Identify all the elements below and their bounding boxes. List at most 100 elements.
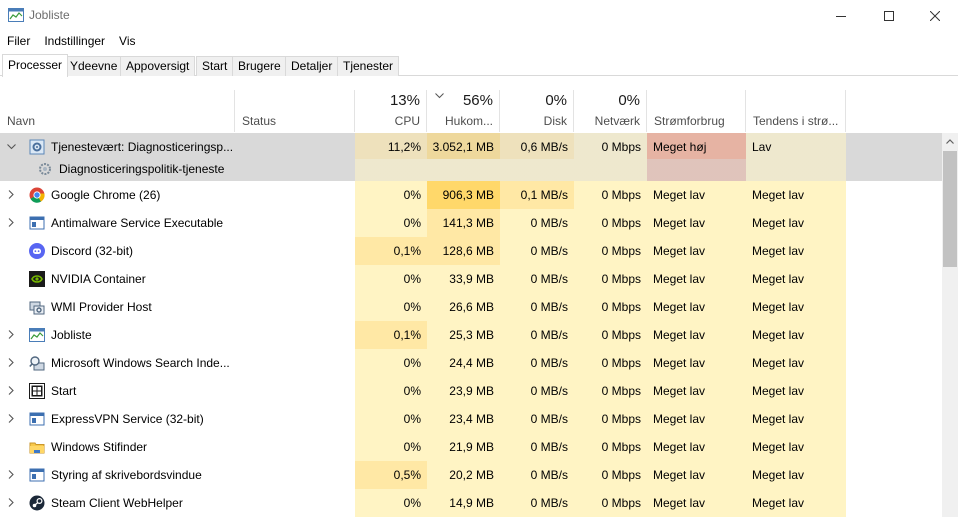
- memory-cell-value: 23,4 MB: [449, 412, 494, 426]
- power-trend-cell-value: Meget lav: [752, 272, 805, 286]
- cpu-cell: 0%: [355, 181, 427, 209]
- expand-chevron-icon[interactable]: [8, 358, 14, 367]
- menu-settings[interactable]: Indstillinger: [37, 31, 112, 51]
- header-status[interactable]: Status: [235, 90, 355, 132]
- menu-file[interactable]: Filer: [0, 31, 37, 51]
- process-row[interactable]: Microsoft Windows Search Inde... 0% 24,4 M…: [0, 349, 942, 377]
- cpu-cell-value: 0,5%: [393, 468, 421, 482]
- cpu-cell: 0%: [355, 293, 427, 321]
- tab-performance[interactable]: Ydeevne: [64, 56, 124, 76]
- header-disk[interactable]: 0% Disk: [500, 90, 574, 132]
- network-cell: 0 Mbps: [574, 293, 647, 321]
- cpu-cell: 0%: [355, 349, 427, 377]
- process-name: Styring af skrivebordsvindue: [51, 468, 202, 482]
- power-cell: Meget lav: [647, 433, 746, 461]
- power-trend-cell-value: Meget lav: [752, 244, 805, 258]
- tab-services[interactable]: Tjenester: [337, 56, 400, 76]
- maximize-button[interactable]: [866, 0, 912, 31]
- tab-app-history[interactable]: Appoversigt: [120, 56, 196, 76]
- status-cell: [235, 349, 355, 377]
- power-trend-cell: Meget lav: [746, 237, 846, 265]
- power-trend-cell-value: Meget lav: [752, 216, 805, 230]
- header-network[interactable]: 0% Netværk: [574, 90, 647, 132]
- close-button[interactable]: [912, 0, 958, 31]
- power-trend-cell-value: Meget lav: [752, 188, 805, 202]
- process-row[interactable]: Jobliste 0,1% 25,3 MB 0 MB/s 0 Mbps Meget lav…: [0, 321, 942, 349]
- expand-chevron-icon[interactable]: [8, 470, 14, 479]
- memory-cell: 24,4 MB: [427, 349, 500, 377]
- cell-background: [746, 159, 846, 181]
- cpu-cell: 0,5%: [355, 461, 427, 489]
- menu-view[interactable]: Vis: [112, 31, 142, 51]
- header-memory[interactable]: 56% Hukom...: [427, 90, 500, 132]
- close-icon: [930, 10, 940, 21]
- process-name: Jobliste: [51, 328, 92, 342]
- process-row[interactable]: Windows Stifinder 0% 21,9 MB 0 MB/s 0 Mbps Me…: [0, 433, 942, 461]
- network-cell: 0 Mbps: [574, 209, 647, 237]
- scroll-up-icon[interactable]: [946, 139, 954, 144]
- process-row[interactable]: Diagnosticeringspolitik-tjeneste: [0, 159, 942, 181]
- process-row[interactable]: ExpressVPN Service (32-bit) 0% 23,4 MB 0 MB…: [0, 405, 942, 433]
- disk-cell: 0 MB/s: [500, 349, 574, 377]
- power-trend-cell: Meget lav: [746, 293, 846, 321]
- expand-chevron-icon[interactable]: [8, 386, 14, 395]
- process-row[interactable]: Start 0% 23,9 MB 0 MB/s 0 Mbps Meget lav Meget…: [0, 377, 942, 405]
- minimize-icon: [836, 15, 846, 17]
- expand-chevron-icon[interactable]: [8, 414, 14, 423]
- disk-cell-value: 0 MB/s: [530, 356, 568, 370]
- process-row[interactable]: Antimalware Service Executable 0% 141,3 MB…: [0, 209, 942, 237]
- power-trend-cell: Meget lav: [746, 433, 846, 461]
- expand-chevron-icon[interactable]: [8, 190, 14, 199]
- memory-cell: 14,9 MB: [427, 489, 500, 517]
- power-trend-cell: Meget lav: [746, 321, 846, 349]
- header-network-label: Netværk: [594, 114, 640, 128]
- header-cpu[interactable]: 13% CPU: [355, 90, 427, 132]
- memory-cell-value: 141,3 MB: [442, 216, 494, 230]
- header-power-trend[interactable]: Tendens i strø...: [746, 90, 846, 132]
- disk-cell: 0,1 MB/s: [500, 181, 574, 209]
- process-name-cell: ExpressVPN Service (32-bit): [0, 405, 235, 433]
- process-row[interactable]: NVIDIA Container 0% 33,9 MB 0 MB/s 0 Mbps Meg…: [0, 265, 942, 293]
- tab-startup[interactable]: Start: [196, 56, 234, 76]
- tab-users[interactable]: Brugere: [232, 56, 287, 76]
- scrollbar-thumb[interactable]: [943, 151, 957, 267]
- process-row[interactable]: Google Chrome (26) 0% 906,3 MB 0,1 MB/s 0 Mb…: [0, 181, 942, 209]
- cpu-cell-value: 11,2%: [387, 140, 421, 154]
- expand-chevron-icon[interactable]: [8, 498, 14, 507]
- maximize-icon: [884, 10, 894, 21]
- minimize-button[interactable]: [818, 0, 864, 31]
- memory-cell-value: 24,4 MB: [449, 356, 494, 370]
- service-gear-icon: [37, 161, 53, 177]
- menu-bar: Filer Indstillinger Vis: [0, 31, 958, 51]
- process-row[interactable]: Discord (32-bit) 0,1% 128,6 MB 0 MB/s 0 Mbps…: [0, 237, 942, 265]
- power-cell-value: Meget lav: [653, 468, 706, 482]
- process-row[interactable]: Steam Client WebHelper 0% 14,9 MB 0 MB/s 0 M…: [0, 489, 942, 517]
- tab-details[interactable]: Detaljer: [285, 56, 339, 76]
- process-row[interactable]: WMI Provider Host 0% 26,6 MB 0 MB/s 0 Mbps Me…: [0, 293, 942, 321]
- memory-cell-value: 33,9 MB: [449, 272, 494, 286]
- vertical-scrollbar[interactable]: [942, 133, 958, 517]
- process-row[interactable]: Tjenestevært: Diagnosticeringsp... 11,2% 3…: [0, 133, 942, 161]
- power-trend-cell-value: Meget lav: [752, 384, 805, 398]
- memory-cell: 25,3 MB: [427, 321, 500, 349]
- process-name: Discord (32-bit): [51, 244, 134, 258]
- expand-chevron-icon[interactable]: [8, 218, 14, 227]
- header-power[interactable]: Strømforbrug: [647, 90, 746, 132]
- folder-icon: [29, 439, 45, 455]
- network-cell: 0 Mbps: [574, 349, 647, 377]
- discord-icon: [29, 243, 45, 259]
- header-name[interactable]: Navn: [0, 90, 235, 132]
- steam-icon: [29, 495, 45, 511]
- sort-down-icon: [435, 93, 444, 99]
- disk-cell: 0 MB/s: [500, 321, 574, 349]
- process-row[interactable]: Styring af skrivebordsvindue 0,5% 20,2 MB 0…: [0, 461, 942, 489]
- collapse-chevron-icon[interactable]: [7, 144, 16, 150]
- power-trend-cell-value: Meget lav: [752, 328, 805, 342]
- cpu-cell: 0%: [355, 405, 427, 433]
- memory-cell-value: 14,9 MB: [449, 496, 494, 510]
- disk-cell: 0 MB/s: [500, 405, 574, 433]
- network-cell: 0 Mbps: [574, 237, 647, 265]
- expand-chevron-icon[interactable]: [8, 330, 14, 339]
- tab-processes[interactable]: Processer: [2, 54, 69, 77]
- process-name: Start: [51, 384, 77, 398]
